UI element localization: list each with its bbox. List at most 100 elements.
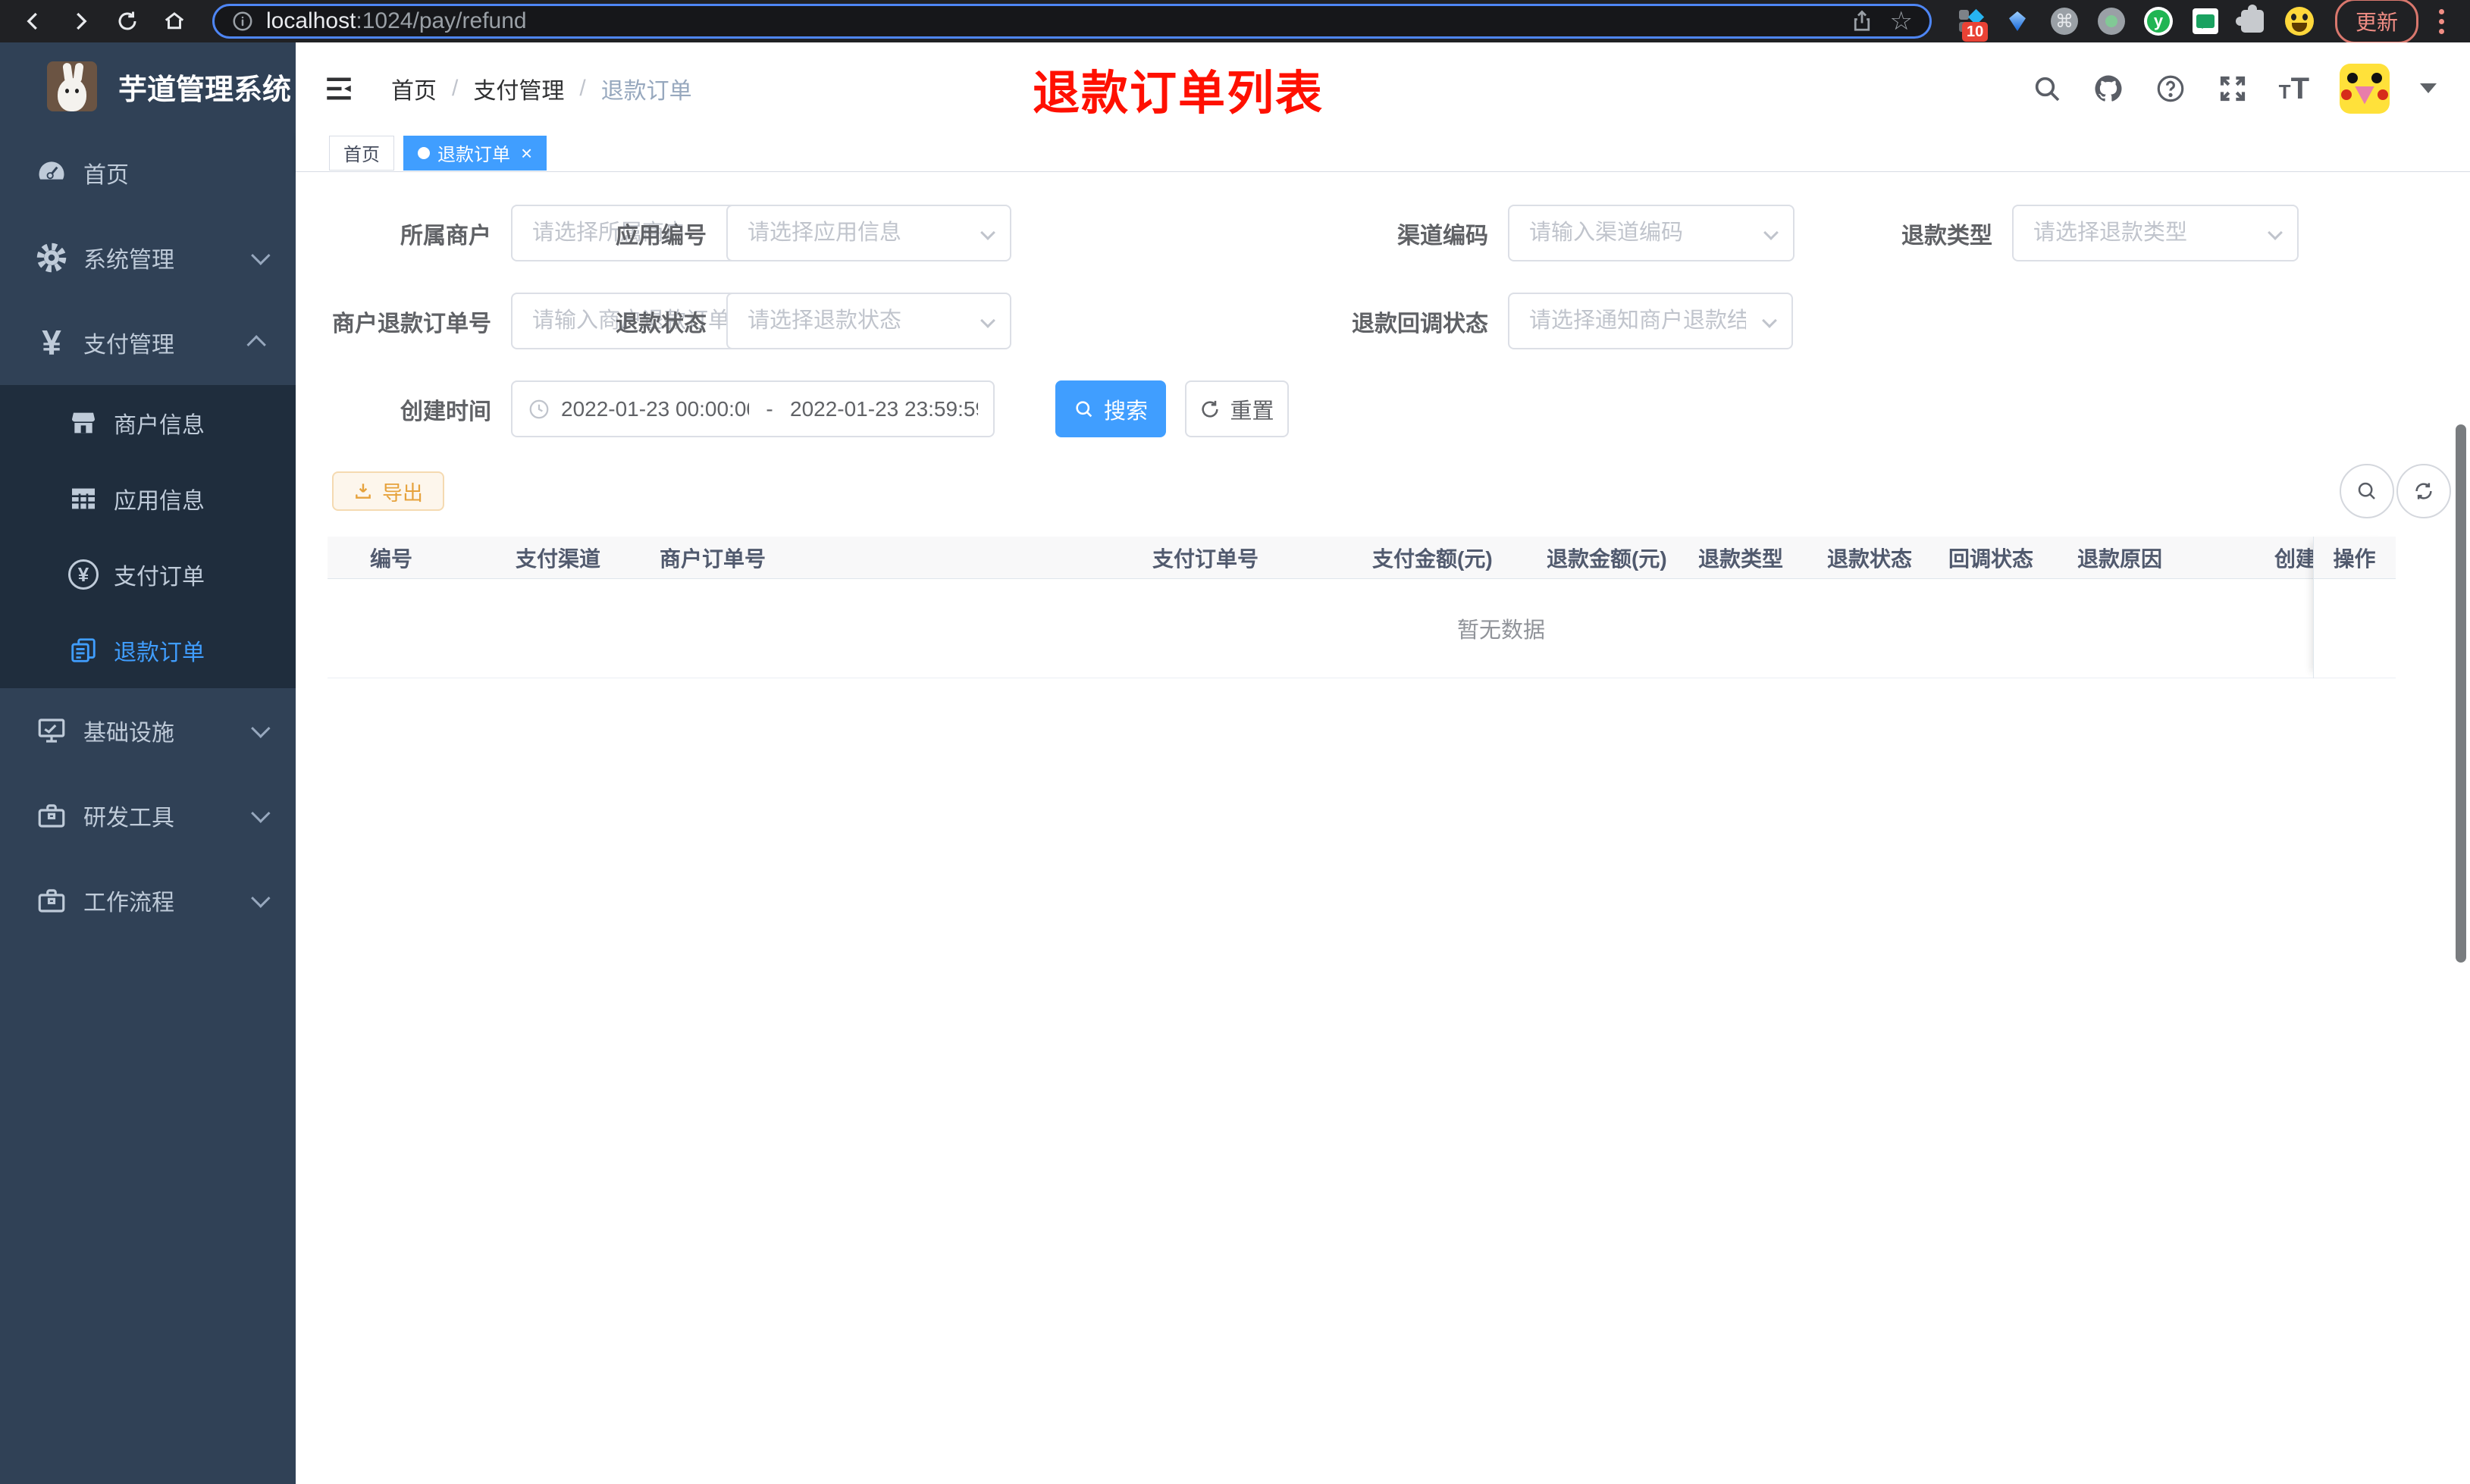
sidebar-item-devtools[interactable]: 研发工具 <box>0 773 296 858</box>
close-icon[interactable]: × <box>521 143 532 163</box>
chevron-down-icon <box>251 888 271 908</box>
avatar[interactable] <box>2340 63 2390 114</box>
gear-icon <box>33 240 70 276</box>
sidebar-item-refund-order[interactable]: 退款订单 <box>0 612 296 688</box>
hamburger-icon[interactable] <box>323 73 355 105</box>
table-header: 编号 支付渠道 商户订单号 支付订单号 支付金额(元) 退款金额(元) 退款类型… <box>328 537 2396 579</box>
breadcrumb-payment[interactable]: 支付管理 <box>473 72 564 105</box>
chevron-up-icon <box>246 335 266 355</box>
notify-status-select[interactable] <box>1508 293 1793 349</box>
forward-icon[interactable] <box>61 5 100 38</box>
tag-home[interactable]: 首页 <box>329 135 394 171</box>
refresh-button[interactable] <box>2396 464 2451 518</box>
sidebar-item-payment[interactable]: ¥ 支付管理 <box>0 300 296 385</box>
browser-menu-icon[interactable] <box>2426 6 2456 37</box>
address-bar[interactable]: localhost:1024/pay/refund ☆ <box>212 4 1932 39</box>
refund-type-select[interactable] <box>2012 205 2299 261</box>
fullscreen-icon[interactable] <box>2217 73 2249 105</box>
main-area: 首页 / 支付管理 / 退款订单 退款订单列表 TT 首页 退款订单 × 所属商户 <box>296 42 2470 1484</box>
sidebar-item-label: 支付管理 <box>83 333 174 358</box>
share-icon[interactable] <box>1851 10 1873 33</box>
refund-status-select[interactable] <box>726 293 1011 349</box>
toolbox-icon <box>33 797 70 834</box>
sidebar-item-system[interactable]: 系统管理 <box>0 215 296 300</box>
date-end: 2022-01-23 23:59:59 <box>790 396 978 421</box>
tag-refund-order[interactable]: 退款订单 × <box>403 135 547 171</box>
chevron-down-icon <box>251 246 271 265</box>
channel-select[interactable] <box>1508 205 1795 261</box>
col-merchant-order-no: 商户订单号 <box>660 546 766 571</box>
extension-tabs-icon[interactable]: 10 <box>1956 7 1989 42</box>
extension-emoji-icon[interactable] <box>2284 7 2314 36</box>
chevron-down-icon <box>251 803 271 823</box>
refund-doc-icon <box>67 634 100 667</box>
date-range-picker[interactable]: 2022-01-23 00:00:00 - 2022-01-23 23:59:5… <box>511 380 995 437</box>
briefcase-icon <box>33 882 70 919</box>
extension-record-icon[interactable] <box>2097 7 2126 36</box>
back-icon[interactable] <box>14 5 53 38</box>
search-icon[interactable] <box>2032 74 2062 104</box>
app-select[interactable] <box>726 205 1011 261</box>
tags-view: 首页 退款订单 × <box>296 134 2470 172</box>
sidebar-item-infra[interactable]: 基础设施 <box>0 688 296 773</box>
export-button[interactable]: 导出 <box>332 471 444 511</box>
help-icon[interactable] <box>2155 73 2186 105</box>
home-icon[interactable] <box>155 5 194 38</box>
sidebar-item-label: 退款订单 <box>114 640 205 665</box>
empty-text: 暂无数据 <box>1456 618 1545 643</box>
search-button[interactable]: 搜索 <box>1055 380 1166 437</box>
col-pay-channel: 支付渠道 <box>516 546 601 571</box>
show-search-button[interactable] <box>2340 464 2394 518</box>
extensions-bar: 10 ⌘ y <box>1950 5 2320 42</box>
breadcrumb-home[interactable]: 首页 <box>391 72 437 105</box>
chevron-down-icon <box>251 719 271 738</box>
sidebar-item-workflow[interactable]: 工作流程 <box>0 858 296 943</box>
breadcrumb: 首页 / 支付管理 / 退款订单 <box>391 72 692 105</box>
filter-refund-type: 退款类型 <box>1768 205 2299 261</box>
sidebar: 芋道管理系统 首页 系统管理 ¥ 支付管理 商户信息 应用信息 ¥ 支付订单 退… <box>0 42 296 1484</box>
sidebar-item-label: 基础设施 <box>83 721 174 746</box>
breadcrumb-current: 退款订单 <box>600 78 692 104</box>
sidebar-item-merchant-info[interactable]: 商户信息 <box>0 385 296 461</box>
reload-icon[interactable] <box>108 5 147 38</box>
refund-table: 编号 支付渠道 商户订单号 支付订单号 支付金额(元) 退款金额(元) 退款类型… <box>328 537 2396 678</box>
monitor-icon <box>33 712 70 749</box>
active-dot <box>418 146 430 159</box>
app-logo-icon <box>47 61 97 111</box>
bookmark-star-icon[interactable]: ☆ <box>1890 8 1913 34</box>
sidebar-item-label: 工作流程 <box>83 891 174 916</box>
extension-y-icon[interactable]: y <box>2143 7 2173 36</box>
col-refund-amount: 退款金额(元) <box>1547 546 1667 571</box>
caret-down-icon[interactable] <box>2420 83 2437 93</box>
extension-puzzle-icon[interactable] <box>2235 5 2267 36</box>
col-create-time: 创建时间 <box>2274 546 2313 571</box>
col-id: 编号 <box>370 546 413 571</box>
navbar: 首页 / 支付管理 / 退款订单 退款订单列表 TT <box>296 42 2470 134</box>
sidebar-item-app-info[interactable]: 应用信息 <box>0 461 296 537</box>
sidebar-item-label: 商户信息 <box>114 413 205 438</box>
dashboard-icon <box>33 155 70 191</box>
sidebar-item-home[interactable]: 首页 <box>0 130 296 215</box>
github-icon[interactable] <box>2092 73 2124 105</box>
app-logo[interactable]: 芋道管理系统 <box>0 42 296 130</box>
browser-toolbar: localhost:1024/pay/refund ☆ 10 ⌘ y 更新 <box>0 0 2470 44</box>
filter-create-time: 创建时间 2022-01-23 00:00:00 - 2022-01-23 23… <box>328 380 995 437</box>
reset-button[interactable]: 重置 <box>1185 380 1289 437</box>
browser-update-button[interactable]: 更新 <box>2334 0 2418 44</box>
extension-chat-icon[interactable] <box>2191 7 2220 36</box>
font-size-icon[interactable]: TT <box>2279 74 2309 104</box>
col-notify-status: 回调状态 <box>1948 546 2034 571</box>
col-pay-amount: 支付金额(元) <box>1372 546 1493 571</box>
table-toolbar: 导出 <box>328 464 2451 518</box>
extension-gem-icon[interactable] <box>2003 7 2032 36</box>
pay-order-icon: ¥ <box>67 558 100 591</box>
date-start: 2022-01-23 00:00:00 <box>561 396 749 421</box>
filter-notify-status: 退款回调状态 <box>1268 293 1793 349</box>
extension-command-icon[interactable]: ⌘ <box>2050 7 2079 36</box>
info-icon[interactable] <box>231 10 254 33</box>
filter-form: 所属商户 应用编号 渠道编码 退款类型 商户退款订单号 <box>328 172 2438 437</box>
sidebar-item-pay-order[interactable]: ¥ 支付订单 <box>0 537 296 612</box>
filter-app: 应用编号 <box>499 205 1011 261</box>
vertical-scrollbar[interactable] <box>2456 424 2466 963</box>
col-refund-reason: 退款原因 <box>2077 546 2163 571</box>
